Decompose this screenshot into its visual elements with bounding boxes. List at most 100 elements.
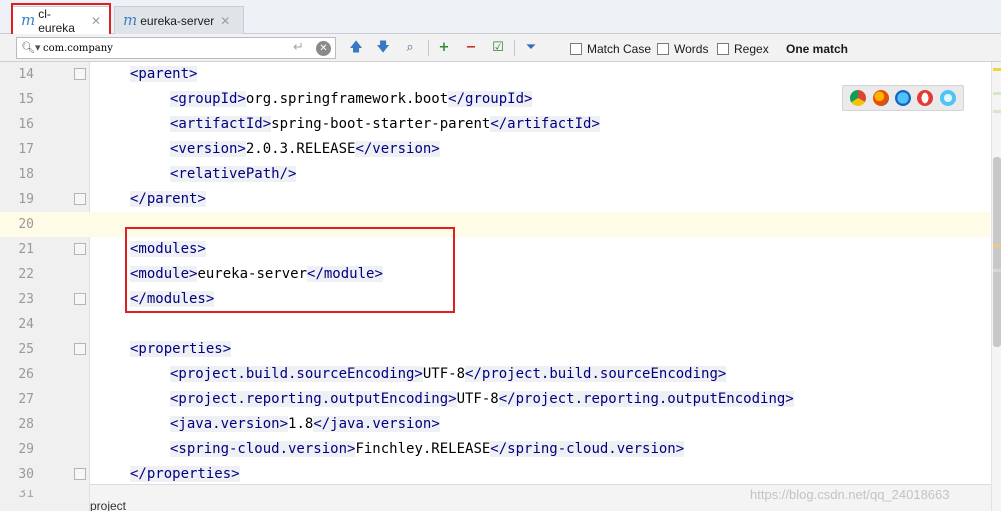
tab-eureka-server[interactable]: m eureka-server ✕ — [114, 6, 244, 34]
code-line[interactable]: 24 — [0, 312, 990, 337]
line-number: 15 — [18, 92, 34, 107]
xml-text: eureka-server — [197, 266, 308, 282]
firefox-icon[interactable] — [872, 90, 889, 106]
unselect-occurrence-icon[interactable]: − — [462, 40, 480, 56]
code-text: <properties> — [130, 337, 232, 362]
xml-tag: <version> — [170, 141, 246, 157]
find-toolbar: 🔍︎▾ ↵ ✕ 🡅 🡇 ⌕ + − ☑ ⏷ Match Case Words R… — [0, 34, 1001, 62]
new-line-icon[interactable]: ↵ — [293, 40, 304, 55]
xml-tag: </spring-cloud.version> — [490, 441, 685, 457]
warning-marker[interactable] — [993, 68, 1001, 71]
line-number: 16 — [18, 117, 34, 132]
change-marker[interactable] — [993, 269, 1001, 272]
fold-marker-icon[interactable] — [74, 468, 86, 480]
next-occurrence-icon[interactable]: 🡇 — [374, 40, 392, 56]
code-text: <java.version>1.8</java.version> — [170, 412, 440, 437]
match-case-label: Match Case — [587, 42, 652, 56]
code-line[interactable]: 21 <modules> — [0, 237, 990, 262]
breadcrumb-bar: project https://blog.csdn.net/qq_2401866… — [90, 484, 991, 511]
search-box: 🔍︎▾ ↵ ✕ — [16, 37, 336, 59]
tab-label: eureka-server — [140, 13, 215, 28]
close-icon[interactable]: ✕ — [220, 14, 230, 28]
code-text: <module>eureka-server</module> — [130, 262, 383, 287]
code-line[interactable]: 20 — [0, 212, 990, 237]
xml-tag: </properties> — [130, 466, 240, 482]
code-line[interactable]: 16 <artifactId>spring-boot-starter-parent… — [0, 112, 990, 137]
code-line[interactable]: 28 <java.version>1.8</java.version> — [0, 412, 990, 437]
regex-option[interactable]: Regex — [717, 42, 769, 56]
line-number: 23 — [18, 292, 34, 307]
maven-m-icon: m — [123, 11, 138, 29]
xml-text: spring-boot-starter-parent — [271, 116, 491, 132]
code-line[interactable]: 23 </modules> — [0, 287, 990, 312]
vertical-scrollbar[interactable] — [991, 62, 1001, 511]
filter-icon[interactable]: ⏷ — [522, 40, 540, 56]
add-selection-icon[interactable]: + — [435, 40, 453, 56]
code-line[interactable]: 27 <project.reporting.outputEncoding>UTF-… — [0, 387, 990, 412]
fold-marker-icon[interactable] — [74, 293, 86, 305]
fold-marker-icon[interactable] — [74, 193, 86, 205]
xml-tag: <groupId> — [170, 91, 246, 107]
xml-text: UTF-8 — [422, 366, 466, 382]
search-result-marker[interactable] — [993, 244, 1001, 247]
scrollbar-thumb[interactable] — [993, 157, 1001, 347]
regex-label: Regex — [734, 42, 769, 56]
fold-marker-icon[interactable] — [74, 243, 86, 255]
close-icon[interactable]: ✕ — [91, 14, 101, 28]
xml-tag: <spring-cloud.version> — [170, 441, 356, 457]
code-line[interactable]: 17 <version>2.0.3.RELEASE</version> — [0, 137, 990, 162]
match-case-option[interactable]: Match Case — [570, 42, 651, 56]
opera-icon[interactable] — [917, 90, 934, 106]
search-history-icon[interactable]: 🔍︎▾ — [21, 41, 41, 54]
code-line[interactable]: 25 <properties> — [0, 337, 990, 362]
code-line[interactable]: 26 <project.build.sourceEncoding>UTF-8</p… — [0, 362, 990, 387]
line-number: 17 — [18, 142, 34, 157]
code-line[interactable]: 14 <parent> — [0, 62, 990, 87]
fold-marker-icon[interactable] — [74, 343, 86, 355]
xml-tag: <properties> — [130, 341, 232, 357]
xml-tag: </project.reporting.outputEncoding> — [498, 391, 794, 407]
breadcrumb-item[interactable]: project — [90, 499, 126, 511]
change-marker[interactable] — [993, 110, 1001, 113]
code-text: <project.reporting.outputEncoding>UTF-8<… — [170, 387, 794, 412]
code-editor[interactable]: 14 <parent> 15 <groupId>org.springframework… — [0, 62, 1001, 511]
safari-icon[interactable] — [894, 90, 911, 106]
words-option[interactable]: Words — [657, 42, 708, 56]
code-line[interactable]: 29 <spring-cloud.version>Finchley.RELEASE… — [0, 437, 990, 462]
line-number: 21 — [18, 242, 34, 257]
code-text: <groupId>org.springframework.boot</group… — [170, 87, 533, 112]
select-all-occurrences-icon[interactable]: ☑ — [489, 40, 507, 56]
xml-tag: <parent> — [130, 66, 198, 82]
search-input[interactable] — [43, 40, 283, 56]
line-number: 25 — [18, 342, 34, 357]
code-line[interactable]: 22 <module>eureka-server</module> — [0, 262, 990, 287]
tab-cl-eureka[interactable]: m cl-eureka ✕ — [12, 6, 110, 35]
code-text: <parent> — [130, 62, 198, 87]
xml-text: UTF-8 — [456, 391, 499, 407]
change-marker[interactable] — [993, 92, 1001, 95]
chrome-icon[interactable] — [850, 90, 867, 106]
words-checkbox[interactable] — [657, 43, 669, 55]
line-number: 31 — [18, 490, 34, 498]
xml-tag: </java.version> — [313, 416, 440, 432]
line-number: 26 — [18, 367, 34, 382]
match-count-label: One match — [786, 42, 849, 56]
match-case-checkbox[interactable] — [570, 43, 582, 55]
previous-occurrence-icon[interactable]: 🡅 — [347, 40, 365, 56]
code-text: </parent> — [130, 187, 206, 212]
regex-checkbox[interactable] — [717, 43, 729, 55]
clear-search-icon[interactable]: ✕ — [316, 41, 331, 56]
ie-icon[interactable] — [939, 90, 956, 106]
fold-marker-icon[interactable] — [74, 68, 86, 80]
code-line[interactable]: 19 </parent> — [0, 187, 990, 212]
xml-text: Finchley.RELEASE — [355, 441, 491, 457]
code-text: <relativePath/> — [170, 162, 297, 187]
xml-tag: </project.build.sourceEncoding> — [465, 366, 727, 382]
code-text: <artifactId>spring-boot-starter-parent</… — [170, 112, 600, 137]
code-line[interactable]: 18 <relativePath/> — [0, 162, 990, 187]
line-number: 28 — [18, 417, 34, 432]
xml-tag: </modules> — [130, 291, 215, 307]
find-all-icon[interactable]: ⌕ — [401, 40, 419, 56]
open-in-browser-bar — [842, 85, 964, 111]
line-number: 24 — [18, 317, 34, 332]
